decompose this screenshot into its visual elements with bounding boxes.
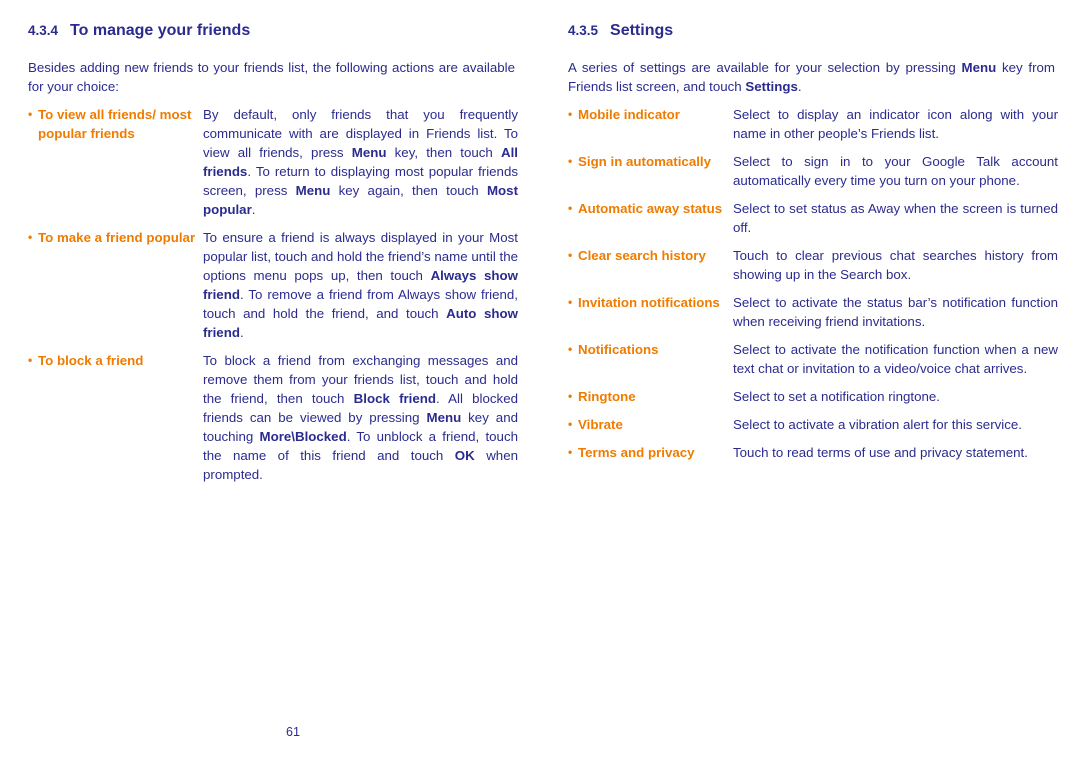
right-intro-paragraph: A series of settings are available for y… xyxy=(568,60,1055,94)
definition-row: • Ringtone Select to set a notification ri… xyxy=(568,387,1058,406)
left-section-title: To manage your friends xyxy=(70,22,251,39)
definition-term-label: Automatic away status xyxy=(578,201,723,216)
definition-term: • Automatic away status xyxy=(568,199,733,218)
manual-page: 4.3.4 To manage your friends Besides addi… xyxy=(0,0,1080,767)
page-number-left: 61 xyxy=(286,725,300,739)
bullet-icon: • xyxy=(568,248,573,262)
definition-term-label: Vibrate xyxy=(578,417,623,432)
definition-description: Select to display an indicator icon alon… xyxy=(733,107,1058,141)
left-column: 4.3.4 To manage your friends Besides addi… xyxy=(28,0,518,767)
definition-row: • To block a friend To block a friend from… xyxy=(28,351,518,484)
definition-row: • Terms and privacy Touch to read terms of… xyxy=(568,443,1058,462)
bullet-icon: • xyxy=(568,107,573,121)
bullet-icon: • xyxy=(568,389,573,403)
bullet-icon: • xyxy=(568,201,573,215)
definition-row: • Clear search history Touch to clear prev… xyxy=(568,246,1058,284)
definition-term-label: To make a friend popular xyxy=(38,230,196,245)
left-definition-list: • To view all friends/ most popular frien… xyxy=(28,105,518,493)
definition-term-label: To block a friend xyxy=(38,353,144,368)
definition-row: • Notifications Select to activate the not… xyxy=(568,340,1058,378)
left-section-heading: 4.3.4 To manage your friends xyxy=(28,22,250,40)
bullet-icon: • xyxy=(568,445,573,459)
definition-row: • To make a friend popular To ensure a fri… xyxy=(28,228,518,342)
definition-description: To block a friend from exchanging messag… xyxy=(203,353,518,482)
definition-term: • Terms and privacy xyxy=(568,443,733,462)
definition-term: • Clear search history xyxy=(568,246,733,265)
definition-description: Select to set status as Away when the sc… xyxy=(733,201,1058,235)
definition-description: Select to activate a vibration alert for… xyxy=(733,417,1022,432)
bullet-icon: • xyxy=(568,295,573,309)
right-section-title: Settings xyxy=(610,22,674,39)
definition-description: Touch to clear previous chat searches hi… xyxy=(733,248,1058,282)
definition-description: Touch to read terms of use and privacy s… xyxy=(733,445,1028,460)
definition-description: Select to activate the status bar’s noti… xyxy=(733,295,1058,329)
definition-term: • Vibrate xyxy=(568,415,733,434)
bullet-icon: • xyxy=(28,107,33,121)
bullet-icon: • xyxy=(28,353,33,367)
definition-term: • To view all friends/ most popular frien… xyxy=(28,105,203,143)
definition-term-label: Mobile indicator xyxy=(578,107,680,122)
definition-term: • Mobile indicator xyxy=(568,105,733,124)
definition-description: To ensure a friend is always displayed i… xyxy=(203,230,519,340)
right-column: 4.3.5 Settings A series of settings are a… xyxy=(568,0,1058,767)
definition-row: • Vibrate Select to activate a vibration a… xyxy=(568,415,1058,434)
definition-description: Select to sign in to your Google Talk ac… xyxy=(733,154,1058,188)
left-intro-paragraph: Besides adding new friends to your frien… xyxy=(28,60,515,94)
definition-row: • To view all friends/ most popular frien… xyxy=(28,105,518,219)
definition-term-label: Clear search history xyxy=(578,248,706,263)
bullet-icon: • xyxy=(568,342,573,356)
right-section-heading: 4.3.5 Settings xyxy=(568,22,673,40)
bullet-icon: • xyxy=(568,154,573,168)
right-section-number: 4.3.5 xyxy=(568,23,599,38)
definition-term-label: Sign in automatically xyxy=(578,154,711,169)
definition-term: • To make a friend popular xyxy=(28,228,203,247)
definition-row: • Sign in automatically Select to sign in … xyxy=(568,152,1058,190)
left-section-number: 4.3.4 xyxy=(28,23,59,38)
definition-term: • Sign in automatically xyxy=(568,152,733,171)
definition-term: • Notifications xyxy=(568,340,733,359)
definition-row: • Invitation notifications Select to activ… xyxy=(568,293,1058,331)
definition-term: • Ringtone xyxy=(568,387,733,406)
right-definition-list: • Mobile indicator Select to display an in… xyxy=(568,105,1058,471)
definition-description: By default, only friends that you freque… xyxy=(203,107,518,217)
definition-row: • Automatic away status Select to set stat… xyxy=(568,199,1058,237)
definition-term-label: Ringtone xyxy=(578,389,636,404)
definition-term-label: Invitation notifications xyxy=(578,295,720,310)
definition-term: • Invitation notifications xyxy=(568,293,733,312)
bullet-icon: • xyxy=(28,230,33,244)
bullet-icon: • xyxy=(568,417,573,431)
definition-term-label: To view all friends/ most popular friend… xyxy=(38,107,192,141)
definition-row: • Mobile indicator Select to display an in… xyxy=(568,105,1058,143)
definition-term-label: Notifications xyxy=(578,342,659,357)
definition-description: Select to activate the notification func… xyxy=(733,342,1058,376)
definition-term-label: Terms and privacy xyxy=(578,445,695,460)
definition-description: Select to set a notification ringtone. xyxy=(733,389,940,404)
definition-term: • To block a friend xyxy=(28,351,203,370)
